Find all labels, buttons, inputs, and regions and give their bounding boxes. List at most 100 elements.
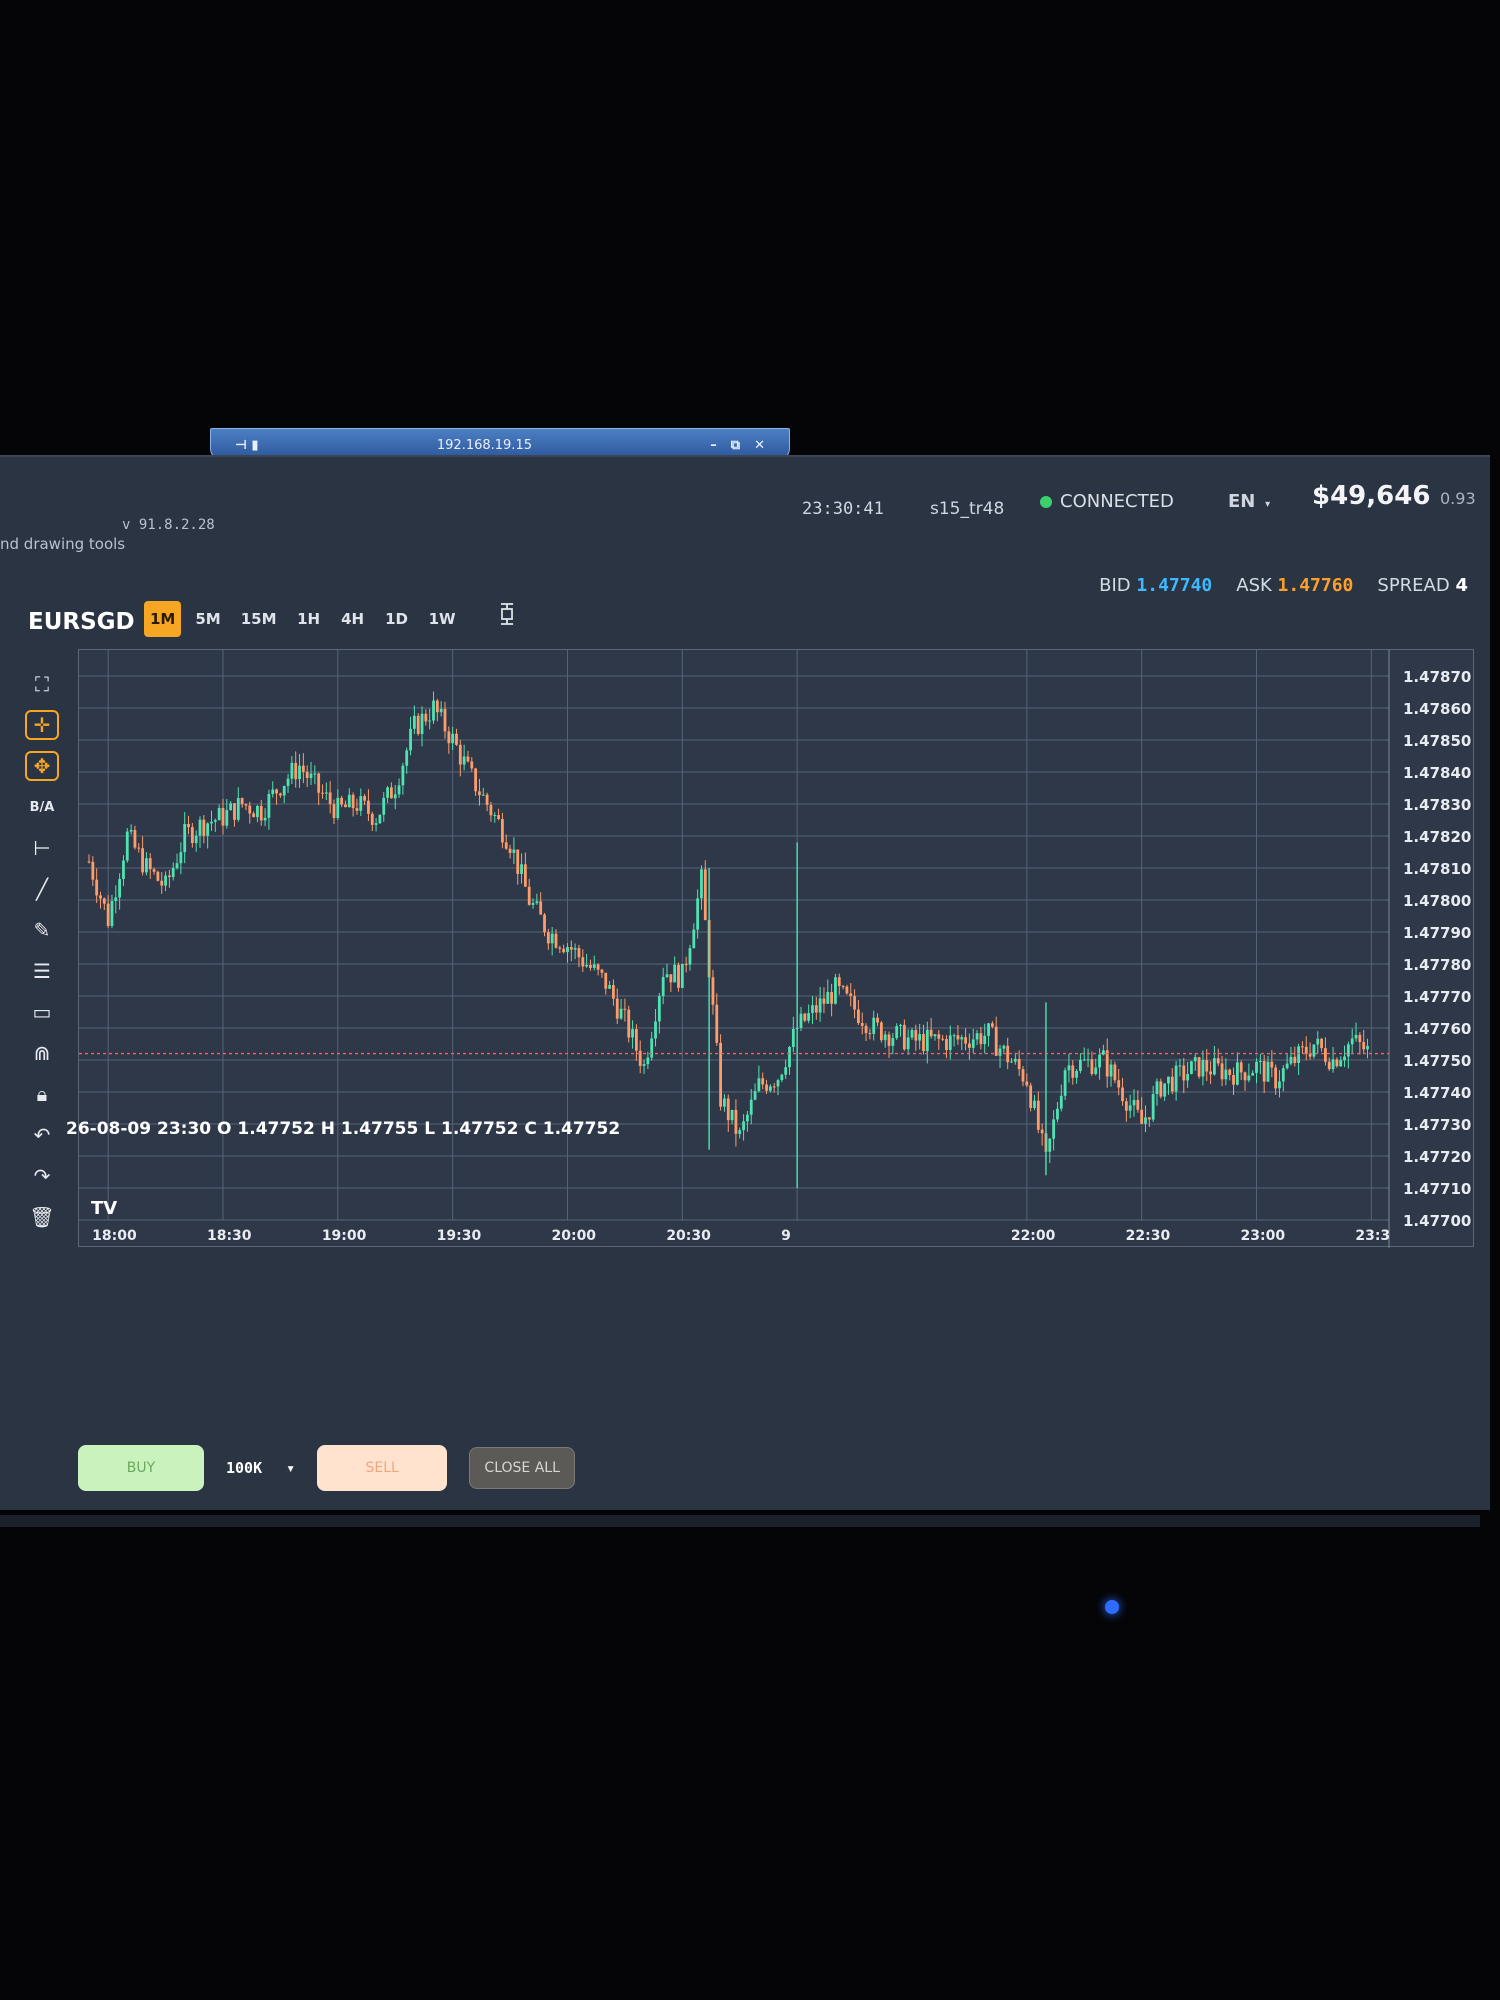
candle-body [152, 869, 156, 872]
candle-body [719, 1042, 723, 1107]
candle-body [1086, 1059, 1090, 1061]
magnet-icon[interactable]: ⋒ [25, 1038, 59, 1068]
buy-button[interactable]: BUY [78, 1445, 204, 1491]
candle-body [95, 879, 99, 896]
pin-icon[interactable]: ⊣ ▮ [235, 438, 259, 453]
candle-body [615, 998, 619, 1019]
trading-app-window: v 91.8.2.28 nd drawing tools 23:30:41 s1… [0, 455, 1490, 1527]
trend-line-icon[interactable]: ╱ [25, 874, 59, 904]
candle-body [462, 756, 466, 765]
timeframe-5m[interactable]: 5M [189, 601, 226, 637]
candle-body [1235, 1062, 1239, 1085]
candle-body [830, 992, 834, 1004]
timeframe-1h[interactable]: 1H [291, 601, 327, 637]
candle-body [271, 789, 275, 795]
candle-body [236, 798, 240, 820]
crosshair-icon[interactable]: ✛ [25, 710, 59, 740]
connection-status: CONNECTED [1040, 491, 1174, 512]
close-icon[interactable]: ✕ [754, 438, 765, 453]
candle-body [221, 807, 225, 826]
candle-body [187, 824, 190, 828]
candlestick-chart[interactable]: 1.47870 1.47860 1.47850 1.47840 1.47830 1.478… [79, 650, 1475, 1248]
candle-body [554, 933, 558, 948]
candle-body [845, 986, 849, 994]
fullscreen-icon[interactable]: ⛶ [25, 669, 59, 699]
bid-ask-toggle[interactable]: B/A [25, 792, 59, 822]
x-tick-label: 20:00 [551, 1228, 596, 1244]
minimize-icon[interactable]: – [710, 438, 717, 453]
candlestick-type-icon[interactable]: ⧮ [500, 601, 514, 626]
symbol-name[interactable]: EURSGD [28, 609, 135, 635]
candle-body [780, 1074, 784, 1081]
move-icon[interactable]: ✥ [25, 751, 59, 781]
app-version: v 91.8.2.28 [122, 517, 215, 533]
candle-body [968, 1043, 971, 1048]
candle-body [378, 814, 382, 824]
candle-body [853, 996, 856, 1010]
candle-body [1201, 1060, 1205, 1077]
timeframe-1d[interactable]: 1D [379, 601, 415, 637]
power-led-icon [1105, 1600, 1119, 1614]
restore-icon[interactable]: ⧉ [731, 438, 740, 453]
candle-body [742, 1121, 745, 1131]
rectangle-icon[interactable]: ▭ [25, 997, 59, 1027]
candle-body [420, 713, 424, 734]
horizontal-line-icon[interactable]: ⊢ [25, 833, 59, 863]
status-dot-icon [1040, 495, 1052, 508]
x-tick-label: 23:3 [1355, 1228, 1390, 1244]
candle-body [604, 972, 608, 989]
timeframe-15m[interactable]: 15M [235, 601, 283, 637]
balance-fraction: 0.93 [1440, 489, 1476, 508]
timeframe-4h[interactable]: 4H [335, 601, 371, 637]
candle-body [738, 1130, 742, 1134]
candle-body [1109, 1064, 1113, 1077]
candle-body [1082, 1059, 1086, 1061]
candle-body [933, 1034, 937, 1037]
y-tick-label: 1.47860 [1403, 700, 1471, 718]
language-select[interactable]: EN ▾ [1228, 491, 1270, 512]
candle-body [899, 1024, 902, 1027]
chevron-down-icon: ▾ [1261, 499, 1271, 510]
timeframe-selector: 1M 5M 15M 1H 4H 1D 1W [144, 601, 462, 637]
lock-icon[interactable]: 🔒︎ [25, 1079, 59, 1109]
candle-body [596, 964, 600, 970]
trash-icon[interactable]: 🗑︎ [25, 1202, 59, 1232]
price-chart[interactable]: 1.47870 1.47860 1.47850 1.47840 1.47830 1.478… [78, 649, 1475, 1248]
candle-body [432, 700, 435, 721]
candle-body [443, 708, 447, 732]
close-all-button[interactable]: CLOSE ALL [469, 1447, 576, 1489]
candle-body [673, 964, 677, 983]
candle-body [1144, 1117, 1147, 1124]
candle-body [229, 803, 233, 811]
candle-body [1247, 1075, 1251, 1081]
redo-icon[interactable]: ↷ [25, 1161, 59, 1191]
sell-button[interactable]: SELL [317, 1445, 448, 1491]
timeframe-1m[interactable]: 1M [144, 601, 182, 637]
connection-status-label: CONNECTED [1060, 491, 1174, 512]
candle-body [1255, 1061, 1258, 1073]
candle-body [382, 797, 386, 815]
timeframe-1w[interactable]: 1W [423, 601, 462, 637]
candle-body [248, 805, 252, 814]
candle-body [1033, 1100, 1036, 1108]
candle-body [1113, 1064, 1117, 1081]
candle-body [531, 903, 535, 905]
candle-body [527, 886, 531, 905]
candle-body [252, 813, 255, 818]
bid-label: BID [1099, 575, 1131, 596]
candle-body [286, 778, 290, 786]
candle-body [837, 977, 841, 987]
quantity-select[interactable]: 100K ▾ [226, 1459, 295, 1477]
candle-body [964, 1037, 967, 1044]
y-tick-label: 1.47710 [1403, 1180, 1471, 1198]
fibonacci-icon[interactable]: ☰ [25, 956, 59, 986]
candle-body [324, 792, 328, 794]
candle-body [990, 1023, 994, 1027]
undo-icon[interactable]: ↶ [25, 1120, 59, 1150]
candle-body [979, 1033, 983, 1045]
candle-body [493, 815, 497, 817]
pencil-icon[interactable]: ✎ [25, 915, 59, 945]
candle-body [424, 713, 428, 722]
candle-body [573, 948, 577, 950]
candle-body [1059, 1095, 1063, 1109]
